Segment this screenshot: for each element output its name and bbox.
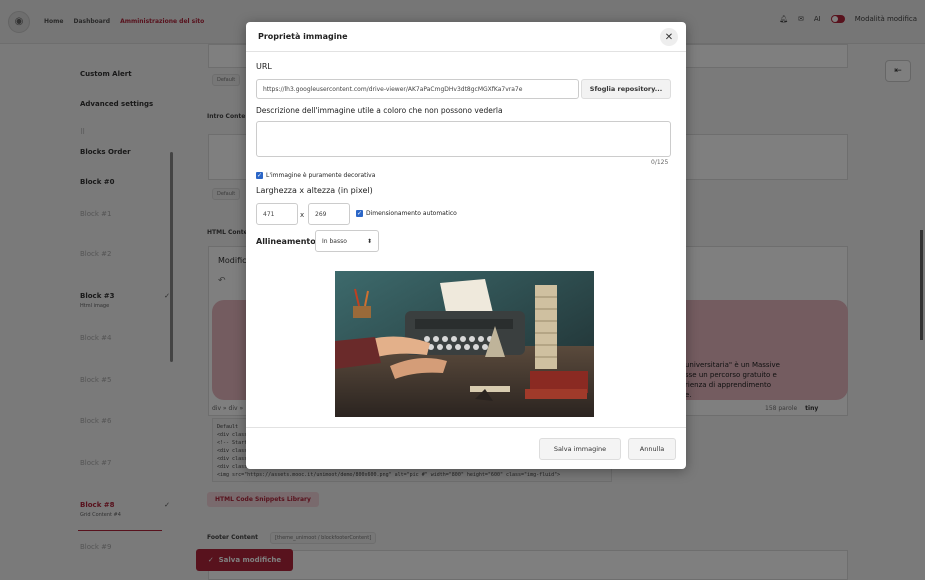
size-separator: x	[300, 211, 305, 219]
description-label: Descrizione dell'immagine utile a coloro…	[256, 106, 503, 115]
height-input[interactable]: 269	[308, 203, 350, 225]
select-arrows-icon: ⬍	[366, 237, 372, 245]
url-value: https://lh3.googleusercontent.com/drive-…	[263, 85, 523, 93]
description-textarea[interactable]	[256, 121, 671, 157]
alignment-select[interactable]: In basso ⬍	[315, 230, 379, 252]
image-properties-dialog: Proprietà immagine ✕ URL https://lh3.goo…	[246, 22, 686, 469]
auto-size-checkbox[interactable]: ✓ Dimensionamento automatico	[356, 210, 457, 217]
cancel-button[interactable]: Annulla	[628, 438, 676, 460]
checkbox-checked-icon: ✓	[356, 210, 363, 217]
save-image-button[interactable]: Salva immagine	[539, 438, 621, 460]
checkbox-checked-icon: ✓	[256, 172, 263, 179]
character-counter: 0/125	[651, 159, 669, 166]
dialog-title: Proprietà immagine	[258, 32, 348, 41]
browse-repository-button[interactable]: Sfoglia repository...	[581, 79, 671, 99]
image-preview	[335, 271, 594, 417]
width-value: 471	[263, 210, 275, 218]
url-label: URL	[256, 62, 272, 71]
typewriter-photo	[335, 271, 594, 417]
decorative-label: L'immagine è puramente decorativa	[266, 172, 376, 179]
alignment-value: In basso	[322, 237, 347, 245]
url-input[interactable]: https://lh3.googleusercontent.com/drive-…	[256, 79, 579, 99]
size-label: Larghezza x altezza (in pixel)	[256, 186, 373, 195]
alignment-label: Allineamento	[256, 237, 316, 246]
width-input[interactable]: 471	[256, 203, 298, 225]
close-icon[interactable]: ✕	[660, 28, 678, 46]
dialog-footer: Salva immagine Annulla	[246, 427, 686, 469]
decorative-checkbox[interactable]: ✓ L'immagine è puramente decorativa	[256, 172, 375, 179]
auto-size-label: Dimensionamento automatico	[366, 210, 457, 217]
height-value: 269	[315, 210, 327, 218]
dialog-header: Proprietà immagine	[246, 22, 686, 52]
